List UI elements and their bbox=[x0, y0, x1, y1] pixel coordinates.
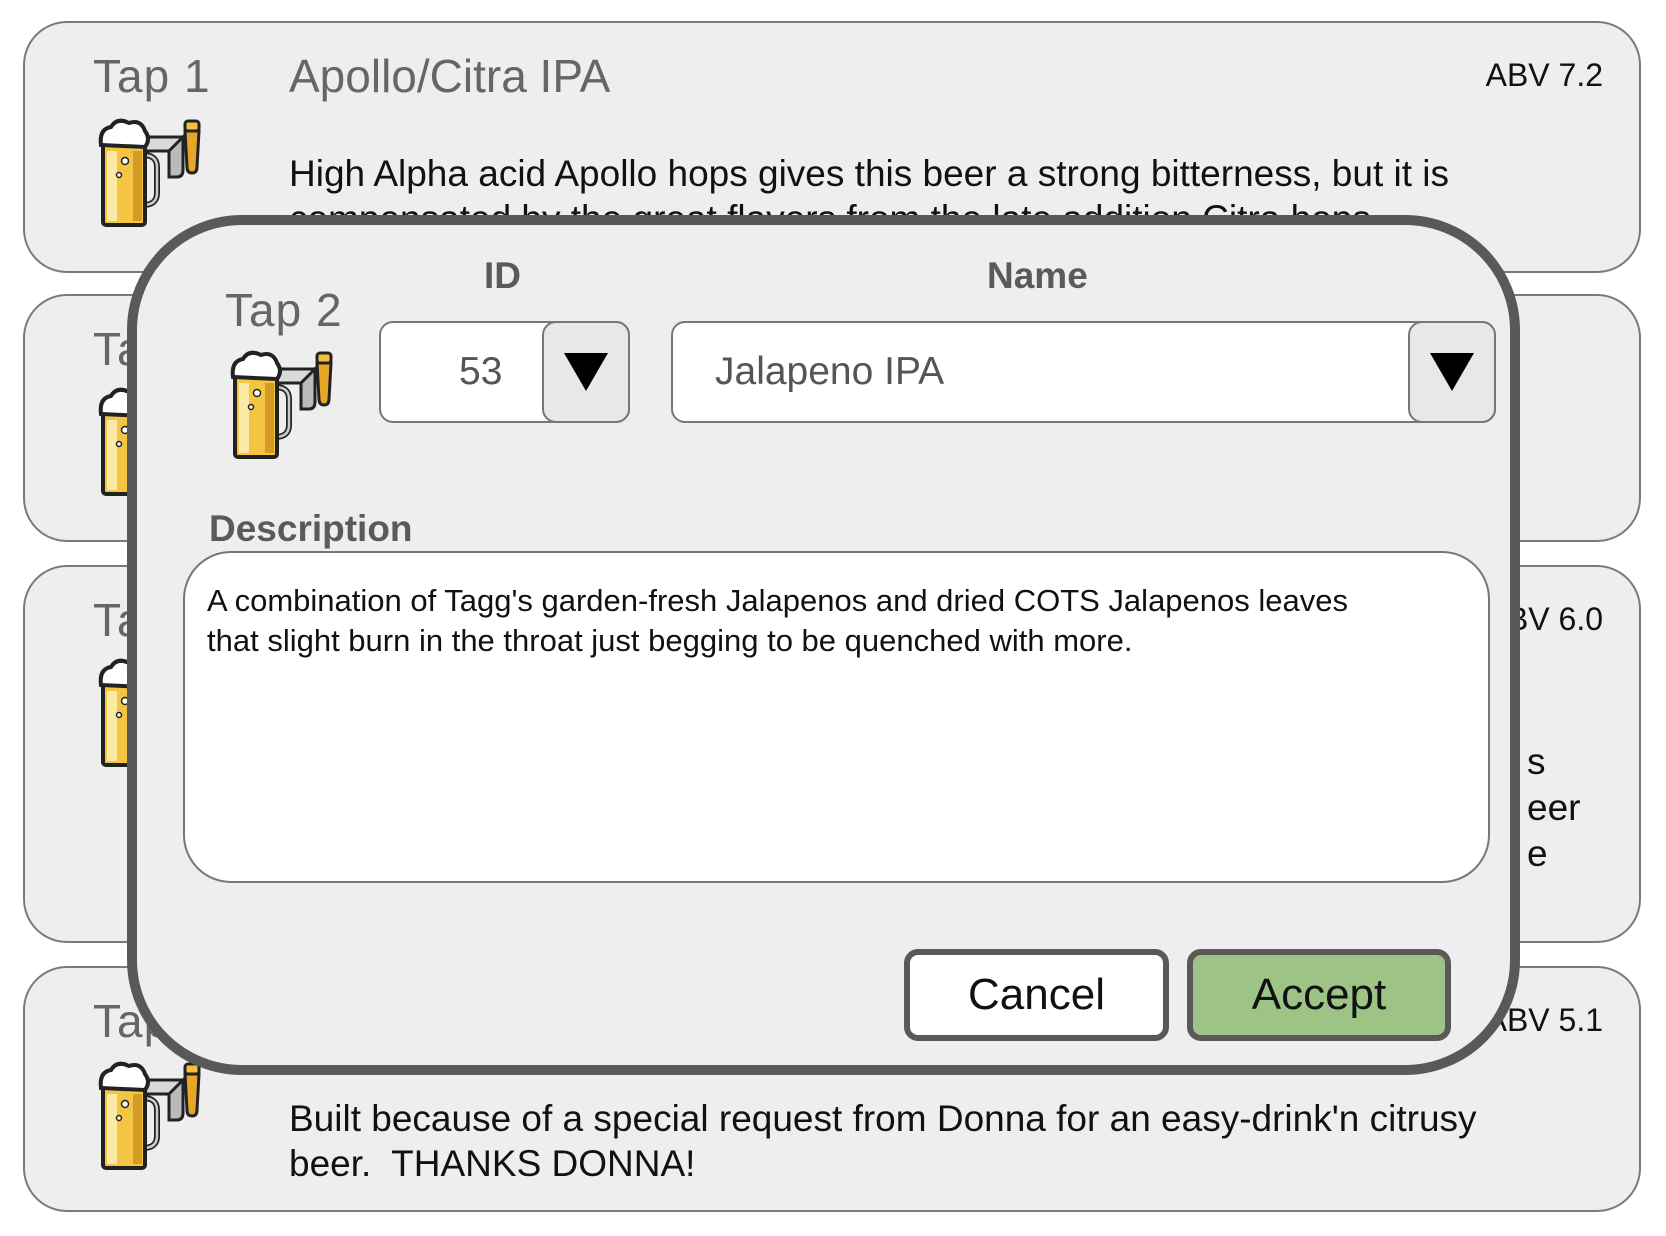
dropdown-arrow-icon bbox=[564, 353, 608, 391]
dropdown-arrow-icon bbox=[1430, 353, 1474, 391]
beer-description: Built because of a special request from … bbox=[289, 1098, 1477, 1184]
description-fragment: eer bbox=[1527, 787, 1581, 828]
name-label: Name bbox=[987, 255, 1088, 296]
dialog-tap-label: Tap 2 bbox=[225, 284, 343, 336]
name-value: Jalapeno IPA bbox=[715, 350, 945, 393]
name-select[interactable]: Jalapeno IPA bbox=[671, 321, 1496, 423]
beer-tap-icon bbox=[97, 115, 207, 230]
beer-name: Apollo/Citra IPA bbox=[289, 50, 611, 102]
description-fragment: e bbox=[1527, 833, 1548, 874]
description-textarea[interactable]: A combination of Tagg's garden-fresh Jal… bbox=[183, 551, 1490, 883]
beer-tap-icon bbox=[97, 1058, 207, 1173]
id-dropdown-button[interactable] bbox=[542, 321, 630, 423]
description-label: Description bbox=[209, 508, 413, 549]
abv-value: ABV 7.2 bbox=[1485, 57, 1603, 93]
accept-button[interactable]: Accept bbox=[1187, 949, 1451, 1041]
beer-tap-icon bbox=[229, 347, 339, 462]
tap-label: Tap 1 bbox=[93, 50, 211, 102]
cancel-button[interactable]: Cancel bbox=[904, 949, 1169, 1041]
name-dropdown-button[interactable] bbox=[1408, 321, 1496, 423]
id-select[interactable]: 53 bbox=[379, 321, 630, 423]
description-fragment: s bbox=[1527, 741, 1546, 782]
id-label: ID bbox=[484, 255, 521, 296]
id-value: 53 bbox=[459, 350, 503, 393]
edit-tap-dialog: Tap 2 ID 53 Name Jalapeno IPA Descriptio… bbox=[127, 215, 1520, 1075]
